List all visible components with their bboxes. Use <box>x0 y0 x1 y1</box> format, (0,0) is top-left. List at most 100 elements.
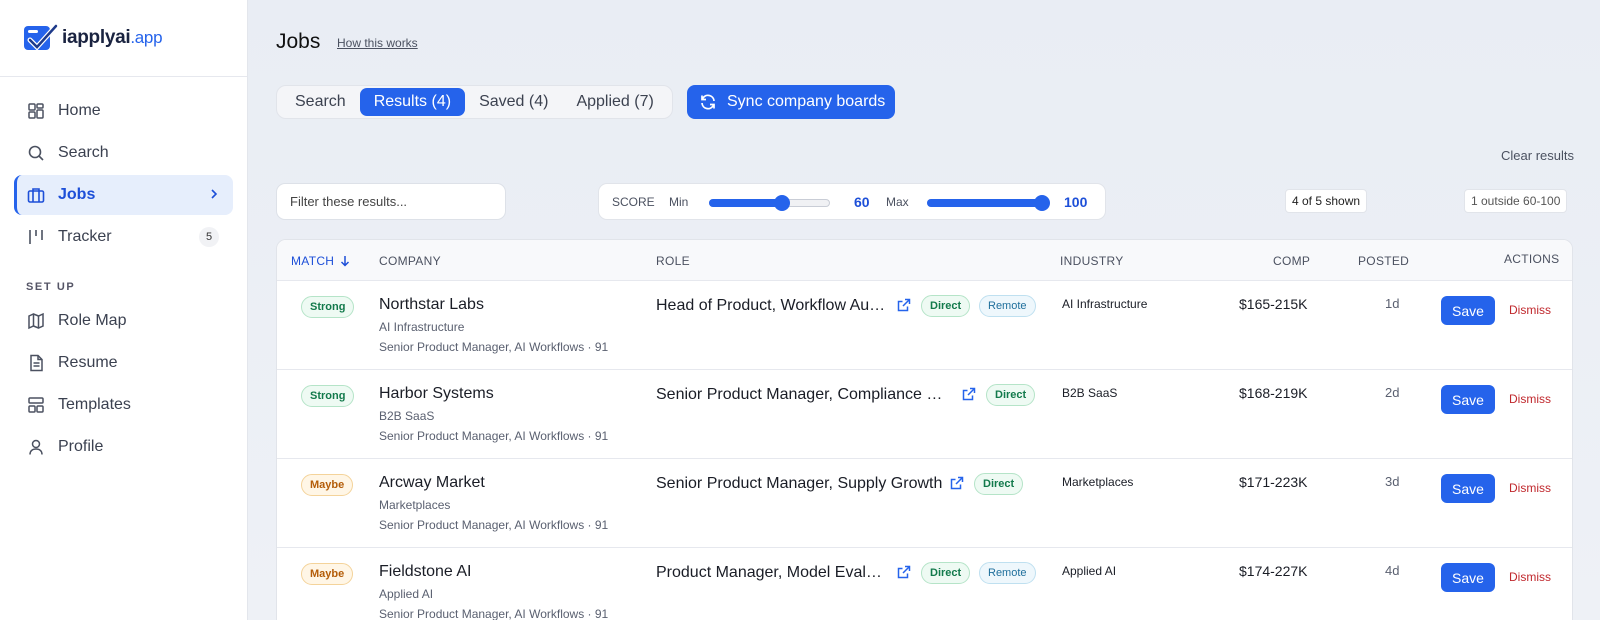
shown-count-badge: 4 of 5 shown <box>1285 189 1368 213</box>
save-button[interactable]: Save <box>1441 474 1495 503</box>
sidebar-item-label: Role Map <box>58 312 127 329</box>
search-icon <box>26 143 46 163</box>
page-title: Jobs <box>276 30 321 53</box>
score-min-label: Min <box>669 195 689 209</box>
company-industry: Marketplaces <box>379 498 451 512</box>
score-filter: SCORE Min 60 Max 100 <box>598 183 1106 220</box>
role-title[interactable]: Senior Product Manager, Supply Growth <box>656 475 946 493</box>
match-badge: Strong <box>301 296 355 318</box>
sidebar-item-label: Profile <box>58 438 104 455</box>
company-industry: AI Infrastructure <box>379 320 465 334</box>
tab-bar: Search Results (4) Saved (4) Applied (7) <box>276 85 673 119</box>
match-badge: Strong <box>301 385 355 407</box>
sidebar-item-resume[interactable]: Resume <box>14 343 233 383</box>
role-title[interactable]: Senior Product Manager, Compliance Platf… <box>656 386 950 404</box>
chevron-right-icon <box>209 187 219 206</box>
tracker-icon <box>26 227 46 247</box>
tab-results[interactable]: Results (4) <box>359 88 466 116</box>
sidebar: iapplyai.app Home Search Jobs Tracker 5 … <box>0 0 248 620</box>
brand[interactable]: iapplyai.app <box>0 0 247 77</box>
score-max-label: Max <box>886 195 909 209</box>
dismiss-button[interactable]: Dismiss <box>1509 303 1551 317</box>
sidebar-item-jobs[interactable]: Jobs <box>14 175 233 215</box>
company-industry: B2B SaaS <box>379 409 435 423</box>
tag-direct: Direct <box>974 473 1024 495</box>
slider-thumb[interactable] <box>1034 195 1050 211</box>
tab-search[interactable]: Search <box>281 88 360 116</box>
column-header-label: MATCH <box>291 254 335 268</box>
map-icon <box>26 311 46 331</box>
dismiss-button[interactable]: Dismiss <box>1509 481 1551 495</box>
sidebar-item-label: Jobs <box>58 186 96 203</box>
sidebar-item-label: Tracker <box>58 228 112 245</box>
industry-cell: Applied AI <box>1062 564 1117 578</box>
tab-applied[interactable]: Applied (7) <box>562 88 667 116</box>
company-name: Harbor Systems <box>379 385 494 402</box>
slider-thumb[interactable] <box>774 195 790 211</box>
company-name: Arcway Market <box>379 474 485 491</box>
match-meta: Senior Product Manager, AI Workflows · 9… <box>379 340 609 354</box>
tab-saved[interactable]: Saved (4) <box>465 88 562 116</box>
sidebar-item-label: Home <box>58 102 101 119</box>
main-content: Jobs How this works Search Results (4) S… <box>248 0 1600 620</box>
company-name: Northstar Labs <box>379 296 484 313</box>
posted-cell: 4d <box>1385 563 1400 578</box>
column-header-actions: ACTIONS <box>1504 252 1560 266</box>
score-min-slider[interactable] <box>709 195 830 211</box>
external-link-icon[interactable] <box>962 387 976 401</box>
sync-button-label: Sync company boards <box>727 93 886 110</box>
clear-results-link[interactable]: Clear results <box>1501 148 1574 163</box>
tag-remote: Remote <box>979 295 1036 317</box>
column-header-match[interactable]: MATCH <box>291 254 350 268</box>
table-row: Strong Northstar Labs AI Infrastructure … <box>277 281 1572 370</box>
sidebar-item-label: Templates <box>58 396 131 413</box>
sidebar-item-profile[interactable]: Profile <box>14 427 233 467</box>
save-button[interactable]: Save <box>1441 296 1495 325</box>
dismiss-button[interactable]: Dismiss <box>1509 570 1551 584</box>
document-icon <box>26 353 46 373</box>
posted-cell: 1d <box>1385 296 1400 311</box>
comp-cell: $174-227K <box>1239 563 1308 579</box>
external-link-icon[interactable] <box>950 476 964 490</box>
match-badge: Maybe <box>301 563 354 585</box>
external-link-icon[interactable] <box>897 298 911 312</box>
score-min-value: 60 <box>854 194 870 210</box>
match-badge: Maybe <box>301 474 354 496</box>
sync-company-boards-button[interactable]: Sync company boards <box>687 85 895 119</box>
table-row: Maybe Fieldstone AI Applied AI Senior Pr… <box>277 548 1572 620</box>
sidebar-item-templates[interactable]: Templates <box>14 385 233 425</box>
column-header-role: ROLE <box>656 254 690 268</box>
filter-results-input[interactable] <box>276 183 506 220</box>
sidebar-item-search[interactable]: Search <box>14 133 233 173</box>
company-name: Fieldstone AI <box>379 563 472 580</box>
tag-direct: Direct <box>921 562 971 584</box>
save-button[interactable]: Save <box>1441 563 1495 592</box>
posted-cell: 3d <box>1385 474 1400 489</box>
sidebar-item-label: Resume <box>58 354 118 371</box>
dismiss-button[interactable]: Dismiss <box>1509 392 1551 406</box>
score-label: SCORE <box>612 195 655 209</box>
sidebar-item-tracker[interactable]: Tracker 5 <box>14 217 233 257</box>
match-meta: Senior Product Manager, AI Workflows · 9… <box>379 607 609 620</box>
column-header-company: COMPANY <box>379 254 441 268</box>
role-title[interactable]: Product Manager, Model Evaluation <box>656 564 884 582</box>
table-row: Maybe Arcway Market Marketplaces Senior … <box>277 459 1572 548</box>
brand-name: iapplyai.app <box>62 27 163 48</box>
industry-cell: AI Infrastructure <box>1062 297 1148 311</box>
tag-remote: Remote <box>979 562 1036 584</box>
refresh-icon <box>699 93 717 111</box>
score-max-slider[interactable] <box>927 195 1050 211</box>
industry-cell: B2B SaaS <box>1062 386 1118 400</box>
role-title[interactable]: Head of Product, Workflow Automation <box>656 297 886 315</box>
sidebar-item-home[interactable]: Home <box>14 91 233 131</box>
save-button[interactable]: Save <box>1441 385 1495 414</box>
column-header-posted: POSTED <box>1358 254 1410 268</box>
briefcase-icon <box>26 185 46 205</box>
external-link-icon[interactable] <box>897 565 911 579</box>
sort-arrow-down-icon <box>341 256 350 267</box>
posted-cell: 2d <box>1385 385 1400 400</box>
outside-range-badge: 1 outside 60-100 <box>1464 189 1568 213</box>
comp-cell: $165-215K <box>1239 296 1308 312</box>
how-this-works-link[interactable]: How this works <box>337 36 418 50</box>
sidebar-item-role-map[interactable]: Role Map <box>14 301 233 341</box>
